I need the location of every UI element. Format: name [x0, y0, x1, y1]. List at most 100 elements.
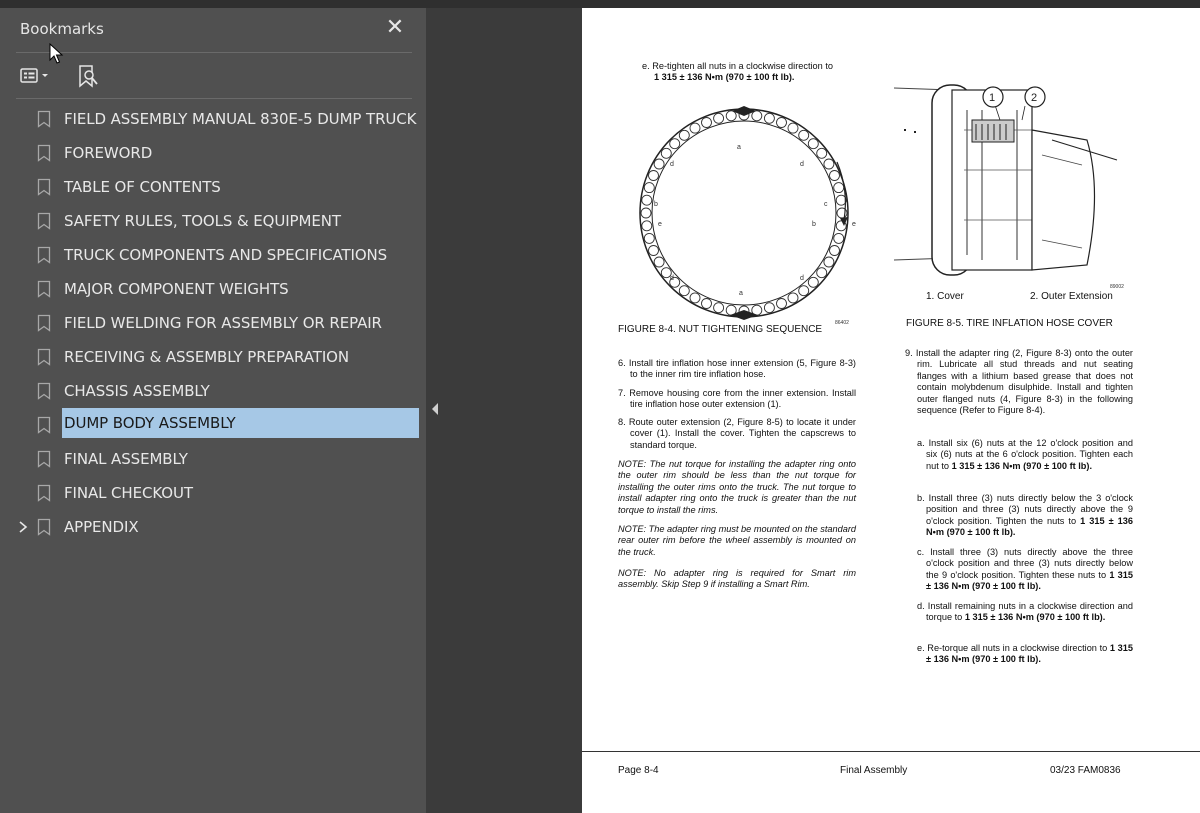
nut-mark	[689, 122, 701, 134]
bookmark-label: APPENDIX	[64, 518, 139, 536]
fig4-label-d-4: d	[800, 275, 804, 282]
bookmark-item[interactable]: TABLE OF CONTENTS	[0, 170, 426, 204]
nut-mark	[763, 302, 775, 314]
left-step-e: e. Re-tighten all nuts in a clockwise di…	[642, 61, 833, 83]
nut-mark	[807, 276, 819, 288]
bookmark-icon	[37, 484, 51, 502]
bookmark-icon	[37, 314, 51, 332]
nut-mark	[807, 138, 819, 150]
bookmark-label: RECEIVING & ASSEMBLY PREPARATION	[64, 348, 349, 366]
fig4-label-b-right: b	[812, 221, 816, 228]
callout-2: 2	[1031, 92, 1037, 104]
bookmark-search-icon	[79, 65, 98, 88]
collapse-panel-icon[interactable]	[430, 402, 440, 416]
nut-mark	[653, 158, 665, 170]
nut-tightening-figure: a a b c b e e d d d d 86402	[639, 106, 856, 326]
bookmark-list: FIELD ASSEMBLY MANUAL 830E-5 DUMP TRUCK F…	[0, 102, 426, 544]
bookmark-icon	[37, 110, 51, 128]
bookmark-item[interactable]: FIELD ASSEMBLY MANUAL 830E-5 DUMP TRUCK	[0, 102, 426, 136]
callout-1: 1	[989, 92, 995, 104]
step-9b: b. Install three (3) nuts directly below…	[917, 493, 1133, 538]
nut-mark	[640, 207, 652, 219]
bookmark-label: SAFETY RULES, TOOLS & EQUIPMENT	[64, 212, 341, 230]
bookmark-label: FOREWORD	[64, 144, 153, 162]
bookmark-icon	[37, 280, 51, 298]
nut-mark	[833, 182, 845, 194]
step-8: 8. Route outer extension (2, Figure 8-5)…	[618, 417, 856, 450]
bookmark-item[interactable]: MAJOR COMPONENT WEIGHTS	[0, 272, 426, 306]
nut-mark	[833, 232, 845, 244]
bookmark-item[interactable]: FINAL ASSEMBLY	[0, 442, 426, 476]
bookmark-icon	[37, 178, 51, 196]
nut-mark	[823, 256, 835, 268]
fig5-legend-2: 2. Outer Extension	[1030, 291, 1113, 302]
document-page: e. Re-tighten all nuts in a clockwise di…	[582, 8, 1200, 813]
chevron-right-icon[interactable]	[16, 519, 30, 535]
bookmark-item[interactable]: DUMP BODY ASSEMBLY	[0, 408, 426, 442]
fig5-legend-1: 1. Cover	[926, 291, 964, 302]
bookmark-icon	[37, 246, 51, 264]
bookmark-item[interactable]: FIELD WELDING FOR ASSEMBLY OR REPAIR	[0, 306, 426, 340]
bookmark-item[interactable]: FINAL CHECKOUT	[0, 476, 426, 510]
footer-rule	[582, 751, 1200, 752]
step-9: 9. Install the adapter ring (2, Figure 8…	[905, 348, 1133, 416]
nut-mark	[725, 110, 737, 122]
close-icon[interactable]: ✕	[384, 16, 406, 38]
nut-mark	[823, 158, 835, 170]
nut-mark	[648, 245, 659, 256]
nut-mark	[798, 129, 810, 141]
mouse-cursor-icon	[49, 43, 64, 64]
options-list-icon	[20, 68, 48, 83]
bookmark-label: FINAL ASSEMBLY	[64, 450, 188, 468]
viewer-gutter	[426, 8, 582, 813]
fig4-label-a-bottom: a	[739, 290, 743, 297]
tire-inflation-hose-figure: 1 2 89002	[893, 84, 1124, 290]
footer-section: Final Assembly	[840, 765, 908, 776]
bookmark-label: CHASSIS ASSEMBLY	[64, 382, 210, 400]
note-3: NOTE: No adapter ring is required for Sm…	[618, 568, 856, 590]
fig4-label-a-top: a	[737, 144, 741, 151]
nut-mark	[641, 194, 653, 206]
step-6: 6. Install tire inflation hose inner ext…	[618, 358, 856, 380]
bookmarks-panel: Bookmarks ✕ FIELD ASSEMBLY MANUAL 830E-5…	[0, 8, 426, 813]
bookmark-label: MAJOR COMPONENT WEIGHTS	[64, 280, 289, 298]
step-9e: e. Re-torque all nuts in a clockwise dir…	[917, 643, 1133, 665]
note-1: NOTE: The nut torque for installing the …	[618, 459, 856, 515]
step-9d: d. Install remaining nuts in a clockwise…	[917, 601, 1133, 623]
bookmark-icon	[37, 348, 51, 366]
nut-mark	[829, 245, 840, 256]
nut-mark	[643, 182, 655, 194]
nut-mark	[701, 298, 712, 309]
bookmark-icon	[37, 416, 51, 434]
nut-mark	[816, 147, 828, 159]
bookmarks-title: Bookmarks	[20, 20, 104, 38]
add-bookmark-button[interactable]	[77, 64, 101, 88]
bookmark-options-menu-button[interactable]	[20, 64, 60, 88]
bookmark-icon	[37, 212, 51, 230]
bookmark-item[interactable]: RECEIVING & ASSEMBLY PREPARATION	[0, 340, 426, 374]
nut-mark	[776, 117, 787, 128]
footer-page-number: Page 8-4	[618, 765, 659, 776]
fig4-label-d-1: d	[670, 161, 674, 168]
fig4-label-b-left: b	[654, 201, 658, 208]
bookmark-item[interactable]: CHASSIS ASSEMBLY	[0, 374, 426, 408]
header-divider	[16, 52, 412, 53]
fig5-code: 89002	[1110, 284, 1124, 290]
toolbar-divider	[16, 98, 412, 99]
bookmark-item[interactable]: APPENDIX	[0, 510, 426, 544]
fig4-label-e-right: e	[852, 221, 856, 228]
bookmark-icon	[37, 518, 51, 536]
fig4-label-c-right: c	[824, 201, 828, 208]
figure-8-5-caption: FIGURE 8-5. TIRE INFLATION HOSE COVER	[906, 318, 1113, 329]
nut-mark	[648, 170, 659, 181]
bookmark-item[interactable]: FOREWORD	[0, 136, 426, 170]
bookmark-label: FIELD WELDING FOR ASSEMBLY OR REPAIR	[64, 314, 382, 332]
nut-mark	[653, 256, 665, 268]
nut-mark	[669, 138, 681, 150]
figure-8-4-caption: FIGURE 8-4. NUT TIGHTENING SEQUENCE	[618, 324, 823, 335]
nut-mark	[689, 292, 701, 304]
bookmark-icon	[37, 144, 51, 162]
bookmark-label: TABLE OF CONTENTS	[64, 178, 221, 196]
bookmark-item[interactable]: SAFETY RULES, TOOLS & EQUIPMENT	[0, 204, 426, 238]
bookmark-item[interactable]: TRUCK COMPONENTS AND SPECIFICATIONS	[0, 238, 426, 272]
